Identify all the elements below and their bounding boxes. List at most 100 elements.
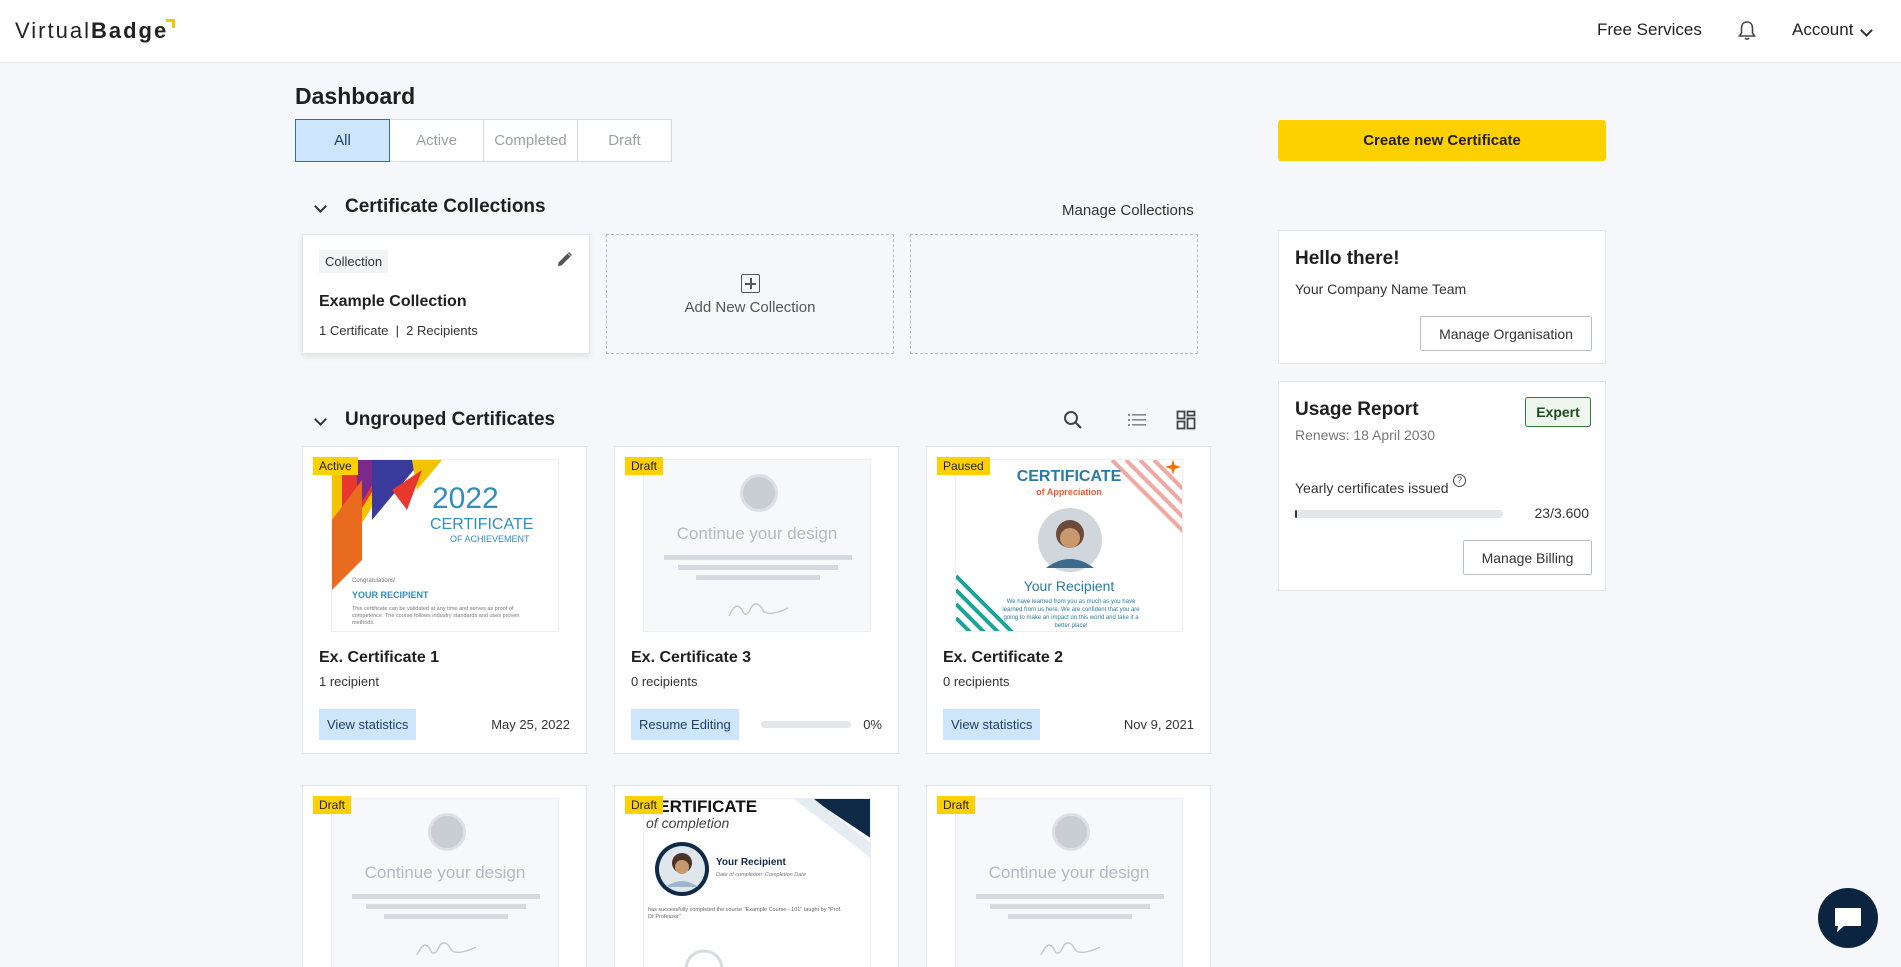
thumb-body: We have learned from you as much as you …: [1002, 599, 1140, 629]
certificate-thumbnail[interactable]: 2022 CERTIFICATE OF ACHIEVEMENT Congratu…: [331, 459, 559, 632]
certificate-name: Ex. Certificate 3: [631, 649, 752, 666]
seal-icon: [740, 474, 778, 512]
placeholder-text: Continue your design: [676, 524, 838, 543]
usage-report-panel: Usage Report Expert Renews: 18 April 203…: [1278, 381, 1606, 591]
certificate-card[interactable]: Draft Continue your design Ex. Certifica…: [614, 446, 899, 754]
thumb-recipient: YOUR RECIPIENT: [352, 590, 429, 600]
logo-corner-mark: [166, 19, 175, 28]
add-new-collection-button[interactable]: Add New Collection: [606, 234, 894, 354]
design-progress-percent: 0%: [863, 717, 882, 732]
thumb-subtitle: of Appreciation: [1036, 487, 1102, 497]
placeholder-line: [976, 894, 1164, 899]
seal-icon: [428, 813, 466, 851]
tab-completed[interactable]: Completed: [483, 119, 578, 162]
placeholder-line: [664, 555, 852, 560]
grid-view-icon[interactable]: [1175, 409, 1197, 431]
hello-title: Hello there!: [1295, 248, 1400, 269]
usage-title: Usage Report: [1295, 399, 1419, 420]
virtualbadge-logo[interactable]: VirtualBadge: [15, 18, 168, 44]
signature-icon: [416, 942, 477, 956]
help-icon[interactable]: ?: [1453, 474, 1466, 487]
signature-icon: [728, 603, 789, 617]
edit-pencil-icon[interactable]: [556, 251, 573, 268]
placeholder-line: [366, 904, 526, 909]
thumb-congrats: Congratulations!: [352, 578, 396, 584]
collection-card[interactable]: Collection Example Collection 1 Certific…: [302, 234, 590, 354]
recipient-count: 0 recipients: [943, 674, 1010, 689]
placeholder-line: [352, 894, 540, 899]
placeholder-line: [678, 565, 838, 570]
placeholder-text: Continue your design: [988, 863, 1150, 882]
ungrouped-section-title: Ungrouped Certificates: [345, 409, 556, 430]
thumb-subtitle: of completion: [646, 815, 730, 831]
recipient-count: 0 recipients: [631, 674, 698, 689]
empty-collection-slot: [910, 234, 1198, 354]
status-badge: Draft: [625, 796, 664, 814]
account-menu[interactable]: Account: [1792, 20, 1853, 40]
logo-text-light: Virtual: [15, 18, 91, 43]
usage-progress-bar: [1295, 510, 1503, 518]
certificate-name: Ex. Certificate 2: [943, 649, 1064, 666]
status-badge: Draft: [937, 796, 976, 814]
resume-editing-button[interactable]: Resume Editing: [631, 709, 739, 740]
create-certificate-button[interactable]: Create new Certificate: [1278, 120, 1606, 161]
status-badge: Active: [313, 457, 358, 475]
chat-widget-button[interactable]: [1818, 888, 1878, 948]
seal-icon: [1052, 813, 1090, 851]
collection-name: Example Collection: [319, 293, 467, 310]
view-statistics-button[interactable]: View statistics: [319, 709, 417, 740]
thumb-body: This certificate can be validated at any…: [352, 606, 520, 626]
certificate-thumbnail[interactable]: Continue your design: [955, 798, 1183, 967]
yearly-label: Yearly certificates issued: [1295, 480, 1449, 496]
collapse-ungrouped-chevron-icon[interactable]: [314, 413, 327, 426]
placeholder-text: Continue your design: [364, 863, 526, 882]
certificate-name: Ex. Certificate 1: [319, 649, 440, 666]
account-chevron-down-icon[interactable]: [1860, 24, 1873, 37]
thumb-recipient: Your Recipient: [1023, 578, 1115, 594]
placeholder-line: [990, 904, 1150, 909]
search-icon[interactable]: [1062, 409, 1084, 431]
free-services-link[interactable]: Free Services: [1597, 20, 1702, 40]
placeholder-line: [384, 914, 508, 919]
certificate-card[interactable]: Draft Continue your design: [302, 785, 587, 967]
thumb-subtitle: OF ACHIEVEMENT: [450, 534, 530, 544]
collapse-collections-chevron-icon[interactable]: [314, 200, 327, 213]
manage-billing-button[interactable]: Manage Billing: [1463, 540, 1592, 575]
manage-organisation-button[interactable]: Manage Organisation: [1420, 316, 1592, 351]
thumb-date-line: Date of completion: Completion Date: [716, 872, 806, 878]
certificate-date: Nov 9, 2021: [1123, 717, 1194, 732]
usage-count: 23/3.600: [1534, 505, 1590, 521]
logo-text-bold: Badge: [90, 18, 169, 43]
tab-all[interactable]: All: [295, 119, 390, 162]
notifications-bell-icon[interactable]: [1737, 20, 1757, 42]
status-badge: Draft: [625, 457, 664, 475]
certificate-thumbnail[interactable]: Continue your design: [331, 798, 559, 967]
view-statistics-button[interactable]: View statistics: [943, 709, 1041, 740]
thumb-body: has successfully completed the course "E…: [648, 907, 842, 920]
certificate-card[interactable]: Paused CERTIFICATE of Appreciation Your …: [926, 446, 1211, 754]
certificate-thumbnail[interactable]: Continue your design: [643, 459, 871, 632]
hello-panel: Hello there! Your Company Name Team Mana…: [1278, 230, 1606, 364]
recipient-count: 1 recipient: [319, 674, 379, 689]
team-name: Your Company Name Team: [1295, 281, 1467, 297]
tab-active[interactable]: Active: [389, 119, 484, 162]
add-square-icon: [741, 274, 760, 293]
list-view-icon[interactable]: [1126, 409, 1148, 431]
placeholder-line: [1008, 914, 1132, 919]
placeholder-line: [696, 575, 820, 580]
tab-draft[interactable]: Draft: [577, 119, 672, 162]
page-title: Dashboard: [295, 83, 416, 109]
certificate-date: May 25, 2022: [491, 717, 570, 732]
certificate-card[interactable]: Draft Continue your design: [926, 785, 1211, 967]
certificate-card[interactable]: Active 2022 CERTIFICATE OF ACHIEVEMENT C…: [302, 446, 587, 754]
plan-badge: Expert: [1525, 397, 1591, 427]
chat-bubble-icon: [1835, 908, 1861, 932]
thumb-title: CERTIFICATE: [1016, 468, 1122, 485]
certificate-thumbnail[interactable]: CERTIFICATE of completion Your Recipient…: [643, 798, 871, 967]
status-badge: Paused: [937, 457, 990, 475]
certificate-thumbnail[interactable]: CERTIFICATE of Appreciation Your Recipie…: [955, 459, 1183, 632]
certificate-card[interactable]: Draft CERTIFICATE of completion Your Rec…: [614, 785, 899, 967]
manage-collections-link[interactable]: Manage Collections: [1062, 202, 1194, 219]
collection-tag: Collection: [319, 250, 389, 273]
thumb-recipient: Your Recipient: [716, 857, 786, 868]
